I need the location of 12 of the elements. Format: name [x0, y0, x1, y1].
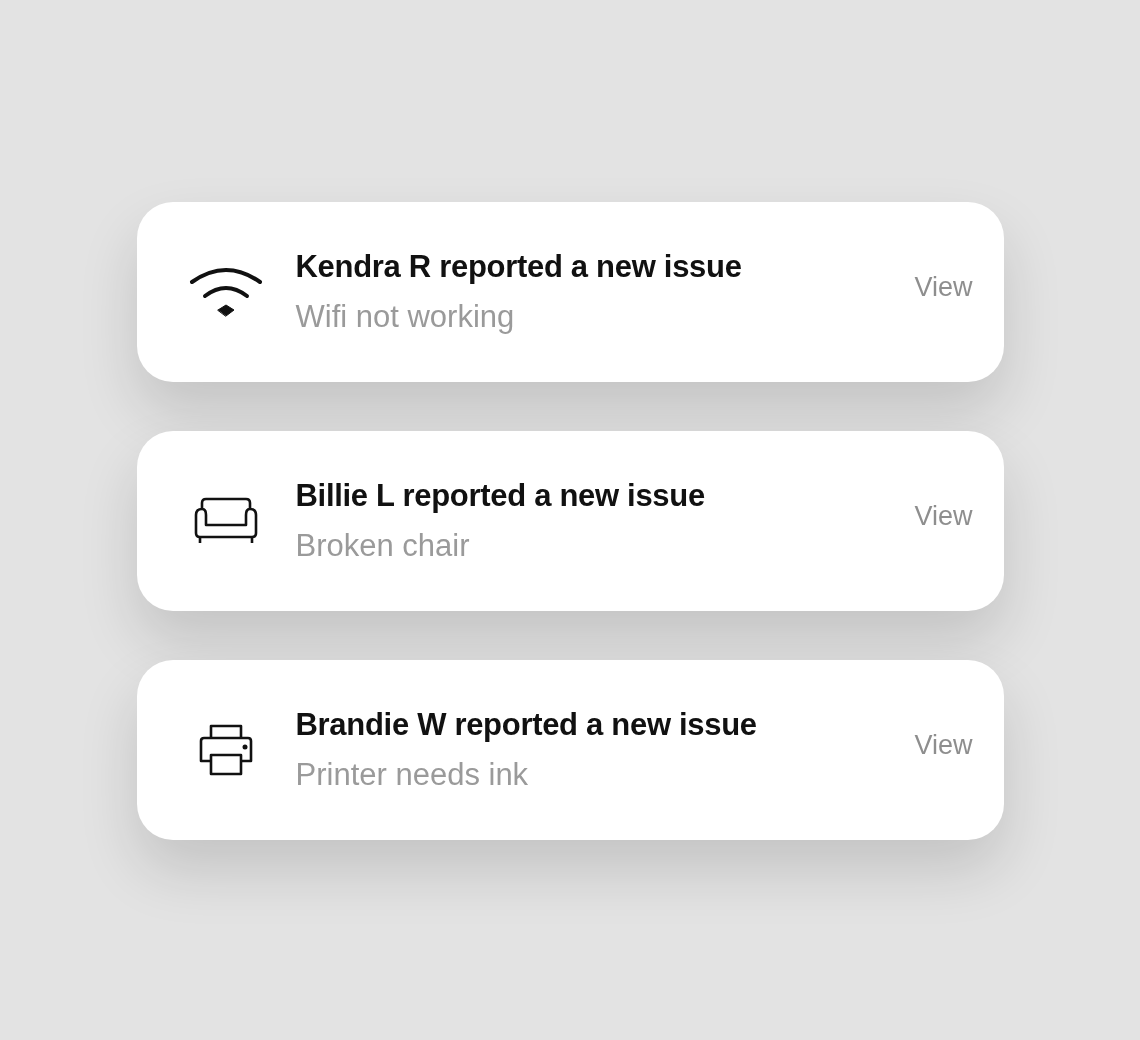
- view-link[interactable]: View: [914, 266, 973, 308]
- notification-subtitle: Wifi not working: [295, 299, 516, 335]
- view-link[interactable]: View: [914, 724, 973, 766]
- notification-subtitle: Broken chair: [295, 528, 471, 564]
- printer-icon: [197, 723, 255, 777]
- notification-title: Kendra R reported a new issue: [295, 249, 743, 285]
- sofa-icon: [192, 497, 260, 545]
- view-link[interactable]: View: [914, 495, 973, 537]
- notification-title: Brandie W reported a new issue: [295, 707, 758, 743]
- wifi-icon: [189, 266, 263, 318]
- notification-subtitle: Printer needs ink: [295, 757, 530, 793]
- notification-title: Billie L reported a new issue: [295, 478, 706, 514]
